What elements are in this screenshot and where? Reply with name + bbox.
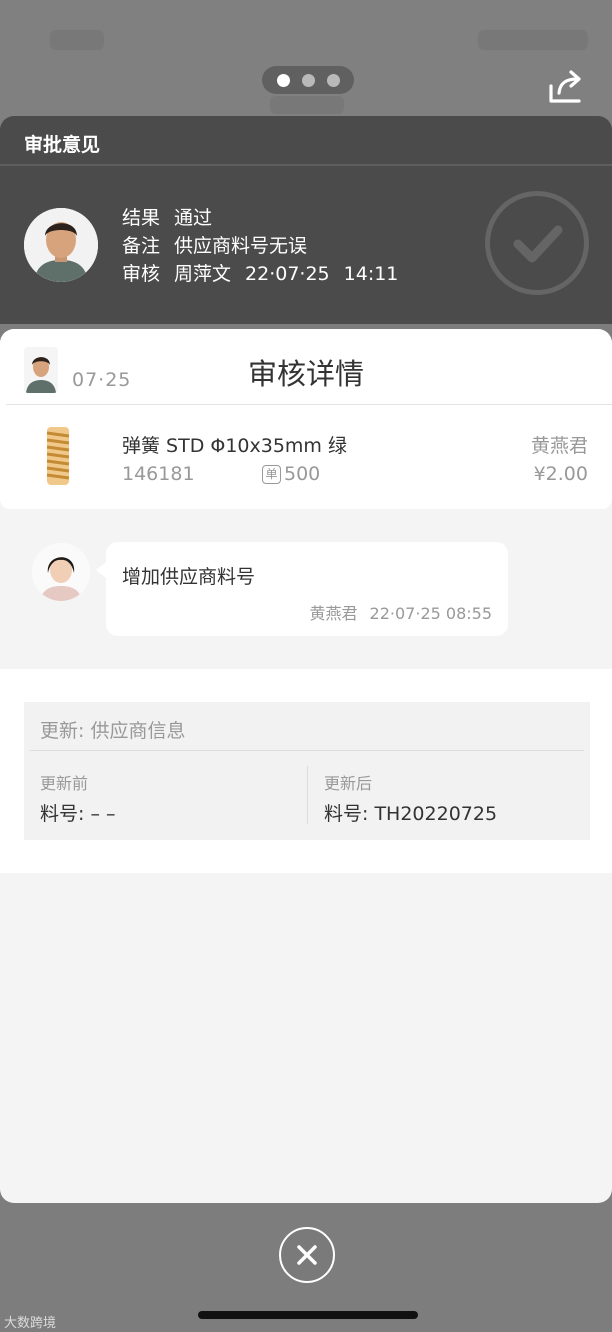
item-code: 146181 [122,463,195,485]
update-column-separator [307,766,308,824]
home-indicator[interactable] [198,1311,418,1319]
before-label: 更新前 [40,774,89,793]
after-label: 更新后 [324,774,373,793]
review-detail-sheet: 07·25 审核详情 弹簧 STD Φ10x35mm 绿 146181 单 50… [0,329,612,1203]
opinion-reviewer-row: 审核 周萍文 22·07·25 14:11 [122,260,398,288]
update-info-box: 更新: 供应商信息 更新前 料号: – – 更新后 料号: TH20220725 [24,702,590,840]
opinion-result-row: 结果 通过 [122,204,398,232]
check-icon [513,225,563,263]
reviewer-date: 22·07·25 [245,263,330,285]
opinion-remark-row: 备注 供应商料号无误 [122,232,398,260]
watermark-logo: 大数跨境 [4,1316,57,1331]
blurred-nav-title [270,96,344,114]
comment-meta: 黄燕君 22·07·25 08:55 [310,600,492,624]
update-title: 更新: 供应商信息 [40,720,186,742]
after-value: 料号: TH20220725 [324,803,498,825]
approved-badge [485,191,589,295]
opinion-details: 结果 通过 备注 供应商料号无误 审核 周萍文 22·07·25 14:11 [122,204,398,288]
blurred-status-icons [478,30,588,50]
item-quantity-value: 500 [284,463,321,485]
detail-divider [6,404,612,405]
approver-avatar [24,208,98,282]
item-quantity: 单 500 [262,463,320,485]
share-button[interactable] [546,68,586,104]
result-label: 结果 [122,207,161,229]
detail-header-card: 07·25 审核详情 弹簧 STD Φ10x35mm 绿 146181 单 50… [0,329,612,509]
page-dot-3[interactable] [326,73,340,87]
reviewer-name: 周萍文 [174,263,232,285]
comment-time: 22·07·25 08:55 [369,604,492,623]
comment-bubble: 增加供应商料号 黄燕君 22·07·25 08:55 [96,542,508,636]
result-value: 通过 [174,207,213,229]
close-button[interactable] [279,1227,335,1283]
background-status-bar [0,0,612,130]
page-dot-2[interactable] [301,73,315,87]
item-owner: 黄燕君 [530,435,588,457]
spring-icon [44,425,72,487]
share-icon [549,70,581,103]
update-section: 更新: 供应商信息 更新前 料号: – – 更新后 料号: TH20220725 [0,669,612,873]
reviewer-label: 审核 [122,263,161,285]
page-dot-1[interactable] [276,73,290,87]
comment-text: 增加供应商料号 [122,566,256,588]
unit-icon: 单 [262,464,281,484]
item-price: ¥2.00 [533,463,588,485]
comment-author: 黄燕君 [309,604,358,623]
opinion-divider [0,164,612,166]
opinion-title: 审批意见 [24,134,101,156]
close-icon [297,1245,317,1265]
page-indicator [262,66,354,94]
detail-title: 审核详情 [247,357,364,391]
blurred-time [50,30,104,50]
commenter-avatar [32,543,90,601]
before-value: 料号: – – [40,803,116,825]
item-name: 弹簧 STD Φ10x35mm 绿 [122,435,347,457]
remark-label: 备注 [122,235,161,257]
reviewer-time: 14:11 [343,263,399,285]
update-divider [30,750,584,751]
remark-value: 供应商料号无误 [174,235,308,257]
